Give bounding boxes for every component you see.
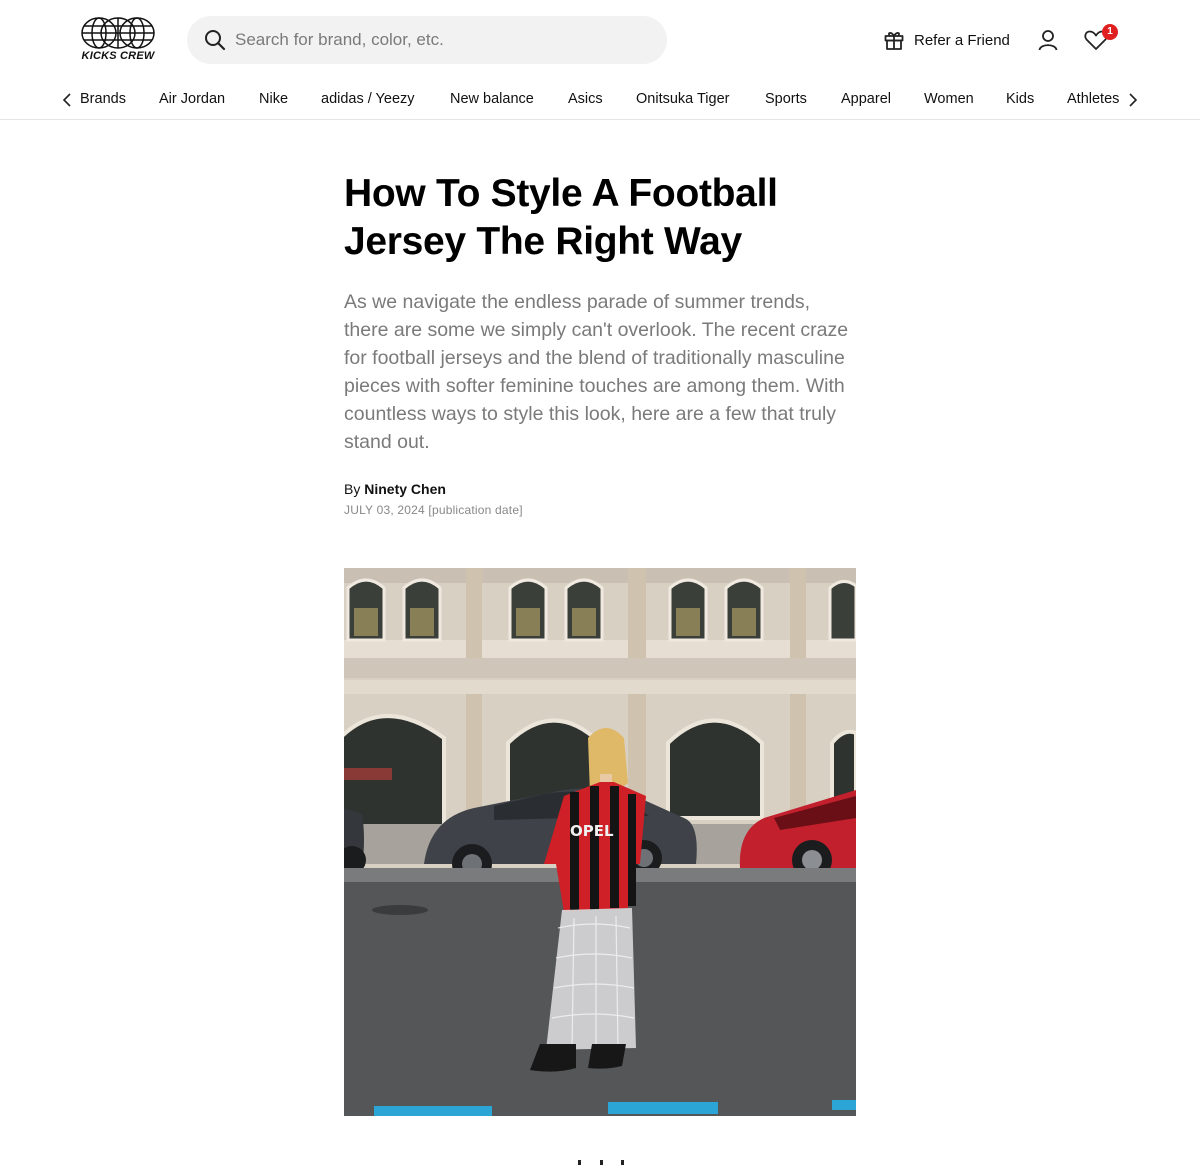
search-icon[interactable] [204,29,226,51]
gift-icon [884,32,904,50]
nav-item-women[interactable]: Women [924,91,974,107]
nav-item-asics[interactable]: Asics [568,91,603,107]
nav-item-apparel[interactable]: Apparel [841,91,891,107]
nav-item-sports[interactable]: Sports [765,91,807,107]
section-divider [578,1160,624,1165]
wishlist-count-badge: 1 [1102,24,1118,40]
user-account-icon[interactable] [1036,28,1060,52]
jersey-text: OPEL [570,822,614,840]
nav-item-athletes[interactable]: Athletes [1067,91,1119,107]
kicks-crew-logo[interactable]: KICKS CREW [79,16,157,64]
nav-item-nike[interactable]: Nike [259,91,288,107]
refer-a-friend-link[interactable]: Refer a Friend [883,29,1010,51]
article-hero-image: OPEL [344,568,856,1116]
search-bar [187,16,667,64]
chevron-right-icon[interactable] [1126,91,1140,109]
article-byline: By Ninety Chen [344,481,446,497]
nav-item-onitsuka-tiger[interactable]: Onitsuka Tiger [636,91,730,107]
chevron-left-icon[interactable] [60,91,74,109]
publication-date: JULY 03, 2024 [publication date] [344,503,523,517]
site-header: KICKS CREW Refer a Friend 1 [0,0,1200,80]
street-style-photo: OPEL [344,568,856,1116]
nav-item-adidas-yeezy[interactable]: adidas / Yeezy [321,91,415,107]
category-nav: Brands Air Jordan Nike adidas / Yeezy Ne… [0,80,1200,120]
logo-wordmark: KICKS CREW [81,50,155,62]
nav-item-brands[interactable]: Brands [80,91,126,107]
byline-prefix: By [344,481,361,497]
refer-label: Refer a Friend [914,31,1010,49]
search-input[interactable] [235,16,645,64]
globe-logo-icon [81,17,155,49]
article-title: How To Style A Football Jersey The Right… [344,172,778,263]
nav-item-new-balance[interactable]: New balance [450,91,534,107]
nav-item-kids[interactable]: Kids [1006,91,1034,107]
article-lede: As we navigate the endless parade of sum… [344,291,849,453]
author-name[interactable]: Ninety Chen [364,481,446,497]
nav-item-air-jordan[interactable]: Air Jordan [159,91,225,107]
